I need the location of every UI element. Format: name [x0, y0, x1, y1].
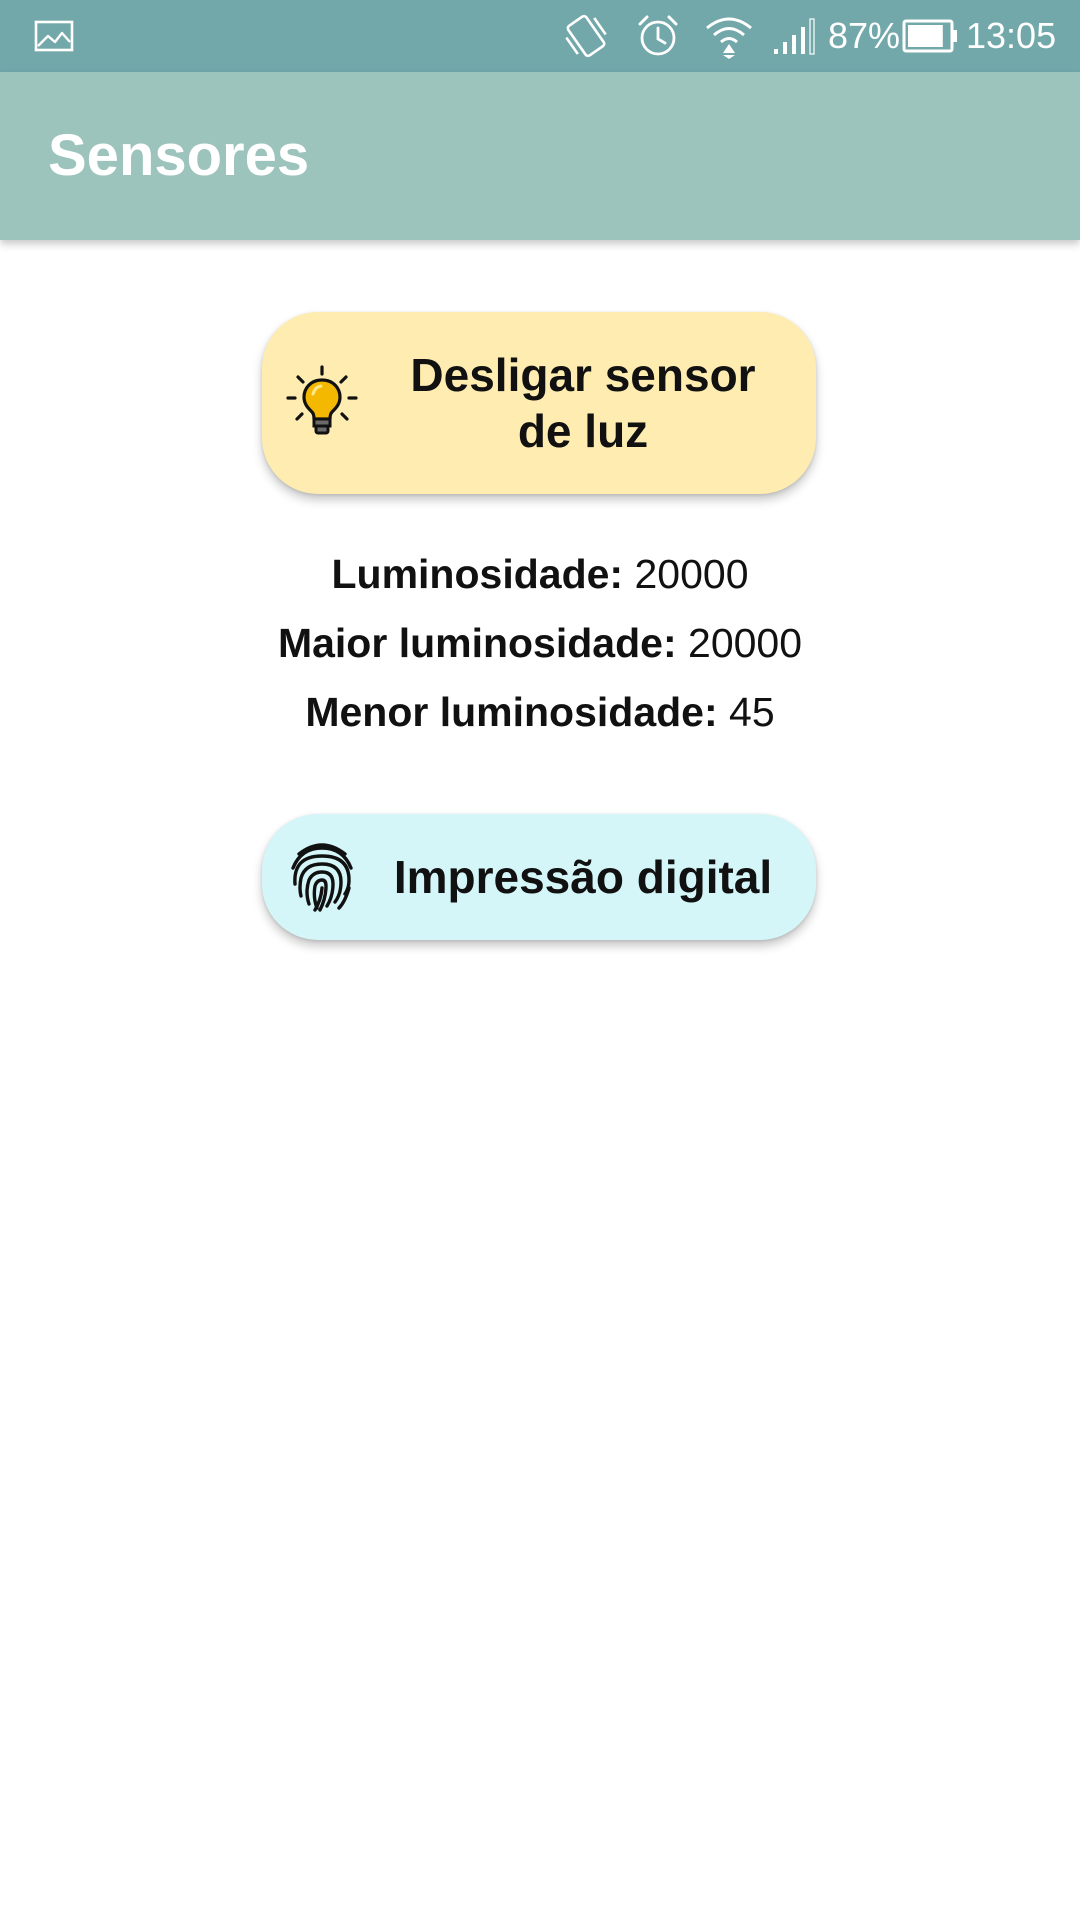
alarm-icon — [636, 0, 680, 72]
vibrate-icon — [560, 0, 612, 72]
luminosity-reading: Luminosidade: 20000 — [0, 540, 1080, 609]
min-luminosity-label: Menor luminosidade: — [305, 689, 718, 735]
max-luminosity-label: Maior luminosidade: — [277, 620, 677, 666]
gallery-icon — [34, 0, 74, 72]
max-luminosity-reading: Maior luminosidade: 20000 — [0, 609, 1080, 678]
toggle-light-sensor-label: Desligar sensor de luz — [410, 349, 756, 457]
luminosity-value: 20000 — [634, 551, 749, 597]
signal-icon — [772, 0, 816, 72]
lightbulb-icon — [284, 364, 360, 440]
wifi-icon — [704, 0, 754, 72]
status-bar: 87% 13:05 — [0, 0, 1080, 72]
toggle-light-sensor-button[interactable]: Desligar sensor de luz — [262, 312, 816, 494]
luminosity-label: Luminosidade: — [331, 551, 624, 597]
app-bar: Sensores — [0, 72, 1080, 240]
min-luminosity-reading: Menor luminosidade: 45 — [0, 678, 1080, 747]
max-luminosity-value: 20000 — [688, 620, 803, 666]
battery-percent: 87% — [828, 15, 901, 56]
clock: 13:05 — [966, 15, 1057, 56]
fingerprint-button[interactable]: Impressão digital — [262, 814, 816, 940]
min-luminosity-value: 45 — [729, 689, 775, 735]
fingerprint-icon — [284, 838, 360, 914]
luminosity-readings: Luminosidade: 20000 Maior luminosidade: … — [0, 540, 1080, 747]
fingerprint-button-label: Impressão digital — [393, 851, 773, 903]
page-title: Sensores — [48, 123, 310, 188]
battery-icon — [902, 0, 960, 72]
